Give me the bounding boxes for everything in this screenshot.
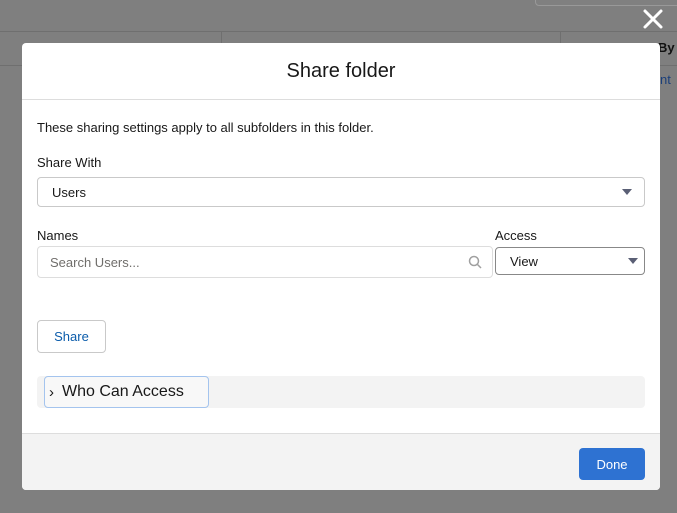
share-with-select[interactable]: Users <box>37 177 645 207</box>
access-value: View <box>510 253 538 269</box>
chevron-right-icon: › <box>49 383 54 401</box>
background-link: nt <box>660 72 671 87</box>
search-users-input[interactable] <box>50 254 450 270</box>
modal-title: Share folder <box>286 59 396 82</box>
access-label: Access <box>495 228 537 243</box>
search-users-field[interactable] <box>37 246 493 278</box>
modal-body: These sharing settings apply to all subf… <box>22 100 660 432</box>
share-folder-modal: Share folder These sharing settings appl… <box>22 43 660 490</box>
done-button[interactable]: Done <box>579 448 645 480</box>
names-label: Names <box>37 228 79 243</box>
search-icon <box>468 255 482 272</box>
dropdown-arrow-icon <box>628 258 638 264</box>
modal-footer: Done <box>22 433 660 490</box>
dropdown-arrow-icon <box>622 189 632 195</box>
modal-header: Share folder <box>22 43 660 100</box>
background-divider <box>0 31 677 32</box>
access-select[interactable]: View <box>495 247 645 275</box>
share-with-value: Users <box>52 184 86 200</box>
background-input <box>535 0 677 6</box>
who-can-access-section: › Who Can Access <box>37 376 645 408</box>
who-can-access-toggle[interactable]: › Who Can Access <box>44 376 209 408</box>
share-with-label: Share With <box>37 155 102 170</box>
background-column-header: By <box>658 40 675 55</box>
who-can-access-label: Who Can Access <box>62 383 184 400</box>
sharing-note: These sharing settings apply to all subf… <box>37 120 374 135</box>
close-icon[interactable] <box>642 8 664 30</box>
share-button[interactable]: Share <box>37 320 106 353</box>
